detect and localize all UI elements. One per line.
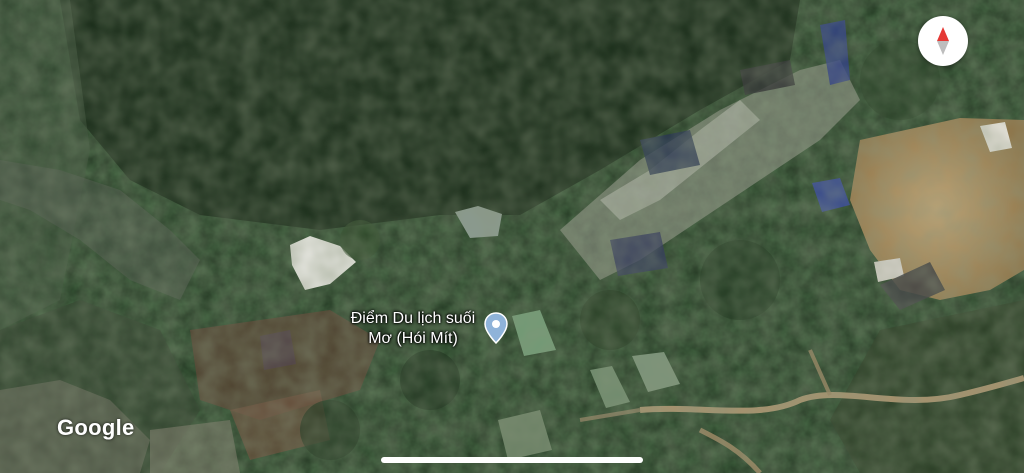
map-pin-icon[interactable] — [484, 312, 508, 344]
compass-icon — [937, 27, 949, 55]
satellite-map[interactable] — [0, 0, 1024, 473]
compass-button[interactable] — [918, 16, 968, 66]
poi-label[interactable]: Điểm Du lịch suối Mơ (Hói Mít) — [338, 309, 488, 349]
home-indicator[interactable] — [381, 457, 643, 463]
google-attribution: Google — [57, 415, 135, 440]
poi-label-line1: Điểm Du lịch suối — [350, 310, 476, 327]
poi-label-line2: Mơ (Hói Mít) — [368, 330, 458, 347]
